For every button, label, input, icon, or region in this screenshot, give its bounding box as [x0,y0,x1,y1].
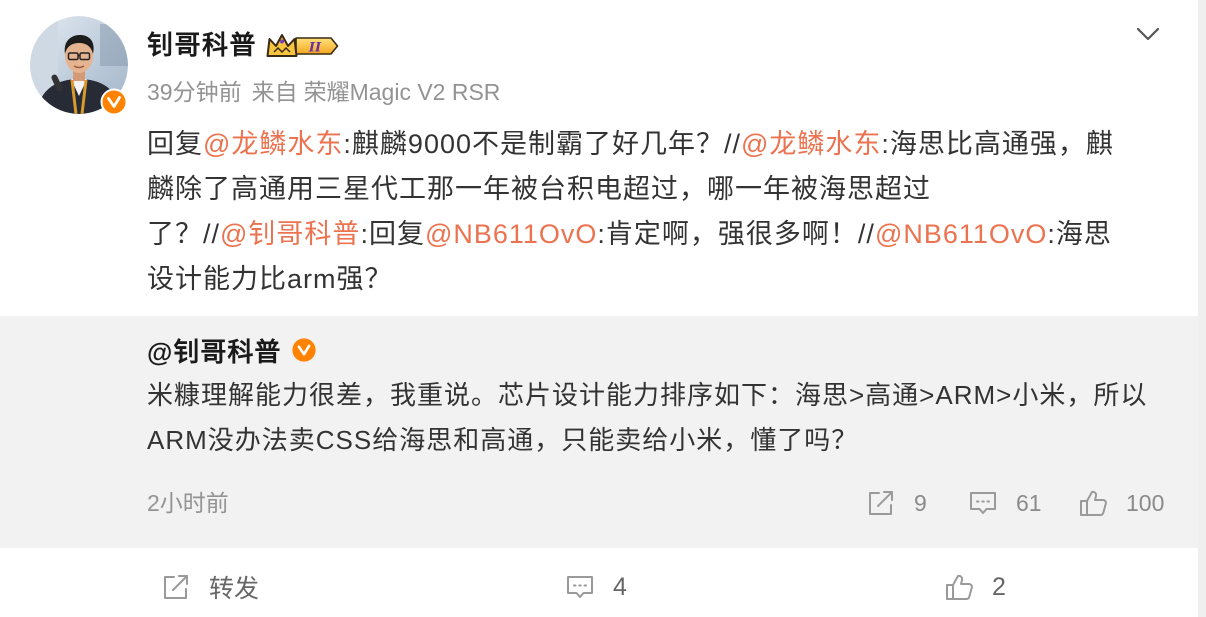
quoted-time: 2小时前 [147,490,229,516]
like-count: 2 [992,572,1006,601]
repost-label: 转发 [209,575,260,603]
like-icon [1080,490,1107,516]
quoted-repost-count: 9 [914,489,927,516]
mention-link[interactable]: @钊哥科普 [220,219,360,249]
post-time[interactable]: 39分钟前 [147,79,242,105]
quoted-text-line: ARM没办法卖CSS给海思和高通，只能卖给小米，懂了吗？ [147,425,859,455]
chevron-down-icon [1136,27,1160,41]
like-icon [946,574,973,600]
verified-badge-icon [292,338,316,362]
post-text-line: 设计能力比arm强？ [147,257,1192,302]
post-text-line: 麟除了高通用三星代工那一年被台积电超过，哪一年被海思超过 [147,167,1192,212]
quoted-author-row: @钊哥科普 [147,332,317,368]
scrollbar-track[interactable] [1198,0,1206,617]
comment-icon [567,576,593,598]
quoted-footer: 2小时前 9 61 100 [0,486,1198,520]
quoted-like-count: 100 [1126,489,1165,516]
comment-button[interactable]: 4 [565,570,627,604]
mention-link[interactable]: @NB611OvO [425,219,597,249]
quoted-like-button[interactable]: 100 [1078,486,1164,520]
quoted-post[interactable]: @钊哥科普 米糠理解能力很差，我重说。芯片设计能力排序如下：海思>高通>ARM>… [0,316,1198,548]
mention-link[interactable]: @龙鳞水东 [741,129,881,159]
action-bar: 转发 4 2 [0,548,1198,617]
post-text-segment: :麒麟9000不是制霸了好几年？// [343,129,741,159]
mention-link[interactable]: @龙鳞水东 [203,129,343,159]
post-text: 回复@龙鳞水东:麒麟9000不是制霸了好几年？//@龙鳞水东:海思比高通强，麒 … [147,122,1192,302]
like-button[interactable]: 2 [944,570,1006,604]
verified-badge-icon [100,88,128,116]
source-prefix: 来自 [251,79,298,105]
post-text-segment: :海思 [1047,219,1112,249]
post-source: 荣耀Magic V2 RSR [303,79,501,105]
post-meta: 39分钟前 来自 荣耀Magic V2 RSR [147,77,500,107]
mention-link[interactable]: @NB611OvO [875,219,1047,249]
repost-icon [869,491,893,515]
post-text-line: 了？//@钊哥科普:回复@NB611OvO:肯定啊，强很多啊！//@NB611O… [147,212,1192,257]
post-text-segment: :回复 [360,219,425,249]
quoted-text-line: 米糠理解能力很差，我重说。芯片设计能力排序如下：海思>高通>ARM>小米，所以 [147,380,1148,410]
crown-icon[interactable]: II [265,31,341,61]
author-name[interactable]: 钊哥科普 [147,27,257,63]
quoted-author-name[interactable]: @钊哥科普 [147,332,281,369]
repost-button[interactable]: 转发 [161,570,259,604]
comment-icon [970,492,996,514]
post-text-segment: :肯定啊，强很多啊！// [597,219,875,249]
quoted-text: 米糠理解能力很差，我重说。芯片设计能力排序如下：海思>高通>ARM>小米，所以 … [147,373,1187,463]
post-text-line: 回复@龙鳞水东:麒麟9000不是制霸了好几年？//@龙鳞水东:海思比高通强，麒 [147,122,1192,167]
quoted-repost-button[interactable]: 9 [866,486,927,520]
post-text-segment: :海思比高通强，麒 [881,129,1114,159]
quoted-comment-count: 61 [1016,489,1042,516]
post-text-segment: 了？// [147,219,221,249]
post-text-segment: 回复 [147,129,203,159]
comment-count: 4 [613,572,627,601]
badge-level-label: II [308,41,322,56]
repost-icon [164,575,188,599]
post-text-segment: 设计能力比arm强？ [147,264,393,294]
more-menu-button[interactable] [1132,18,1164,50]
quoted-comment-button[interactable]: 61 [968,486,1042,520]
post-text-segment: 麟除了高通用三星代工那一年被台积电超过，哪一年被海思超过 [147,174,931,204]
